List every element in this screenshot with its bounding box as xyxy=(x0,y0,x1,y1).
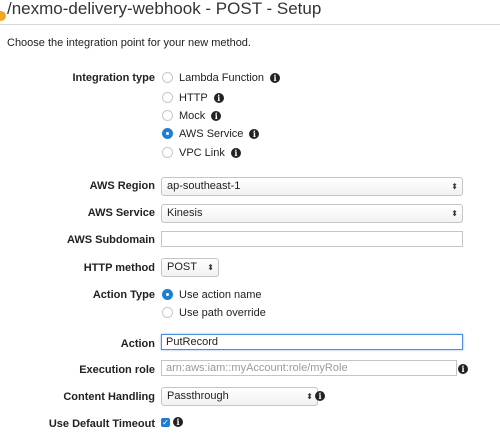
radio-label: Use action name xyxy=(179,289,262,301)
content-handling-value: Passthrough xyxy=(167,390,229,402)
radio-mock[interactable]: Mock i xyxy=(162,110,222,122)
aws-region-select[interactable]: ap-southeast-1 ⬍ xyxy=(161,177,463,196)
radio-unchecked-icon[interactable] xyxy=(162,72,173,83)
action-label: Action xyxy=(120,338,155,350)
radio-unchecked-icon[interactable] xyxy=(162,147,173,158)
default-timeout-label: Use Default Timeout xyxy=(48,418,155,430)
page-title: /nexmo-delivery-webhook - POST - Setup xyxy=(7,0,322,18)
radio-http[interactable]: HTTP i xyxy=(162,92,224,104)
select-arrows-icon: ⬍ xyxy=(207,263,214,272)
info-icon[interactable]: i xyxy=(230,148,241,158)
radio-checked-icon[interactable] xyxy=(162,128,173,139)
execution-role-label: Execution role xyxy=(79,364,155,376)
content-handling-select[interactable]: Passthrough ⬍ xyxy=(161,387,318,406)
radio-checked-icon[interactable] xyxy=(162,289,173,300)
http-method-select[interactable]: POST ⬍ xyxy=(161,258,219,277)
radio-label: VPC Link xyxy=(179,147,225,159)
info-icon[interactable]: i xyxy=(249,129,260,139)
aws-subdomain-input[interactable] xyxy=(161,231,463,247)
info-icon[interactable]: i xyxy=(211,111,222,121)
page-header: /nexmo-delivery-webhook - POST - Setup xyxy=(0,0,500,25)
info-icon[interactable]: i xyxy=(458,364,468,374)
radio-vpc-link[interactable]: VPC Link i xyxy=(162,147,241,159)
aws-region-value: ap-southeast-1 xyxy=(167,180,241,192)
radio-label: AWS Service xyxy=(179,128,244,140)
http-method-label: HTTP method xyxy=(83,262,155,274)
info-icon[interactable]: i xyxy=(270,73,280,83)
integration-type-label: Integration type xyxy=(72,72,155,84)
radio-unchecked-icon[interactable] xyxy=(162,110,173,121)
radio-unchecked-icon[interactable] xyxy=(162,92,173,103)
radio-use-path-override[interactable]: Use path override xyxy=(162,307,266,319)
execution-role-input[interactable]: arn:aws:iam::myAccount:role/myRole xyxy=(161,360,457,376)
radio-use-action-name[interactable]: Use action name xyxy=(162,289,262,301)
radio-lambda-function[interactable]: Lambda Function i xyxy=(162,72,280,84)
radio-label: HTTP xyxy=(179,92,208,104)
radio-unchecked-icon[interactable] xyxy=(162,307,173,318)
radio-label: Use path override xyxy=(179,307,266,319)
aws-service-value: Kinesis xyxy=(167,207,203,219)
action-input[interactable]: PutRecord xyxy=(161,334,463,350)
method-icon xyxy=(0,11,6,21)
radio-label: Lambda Function xyxy=(179,72,264,84)
select-arrows-icon: ⬍ xyxy=(306,392,313,401)
http-method-value: POST xyxy=(167,261,197,273)
aws-service-label: AWS Service xyxy=(87,207,155,219)
select-arrows-icon: ⬍ xyxy=(451,182,458,191)
radio-aws-service[interactable]: AWS Service i xyxy=(162,128,260,140)
info-icon[interactable]: i xyxy=(315,391,325,401)
info-icon[interactable]: i xyxy=(213,93,224,103)
instructions-text: Choose the integration point for your ne… xyxy=(7,37,251,49)
default-timeout-checkbox[interactable]: ✓ xyxy=(161,418,170,427)
aws-region-label: AWS Region xyxy=(89,180,155,192)
select-arrows-icon: ⬍ xyxy=(451,209,458,218)
aws-subdomain-label: AWS Subdomain xyxy=(67,234,155,246)
info-icon[interactable]: i xyxy=(173,417,183,427)
content-handling-label: Content Handling xyxy=(63,391,155,403)
aws-service-select[interactable]: Kinesis ⬍ xyxy=(161,204,463,223)
action-type-label: Action Type xyxy=(92,289,155,301)
radio-label: Mock xyxy=(179,110,206,122)
